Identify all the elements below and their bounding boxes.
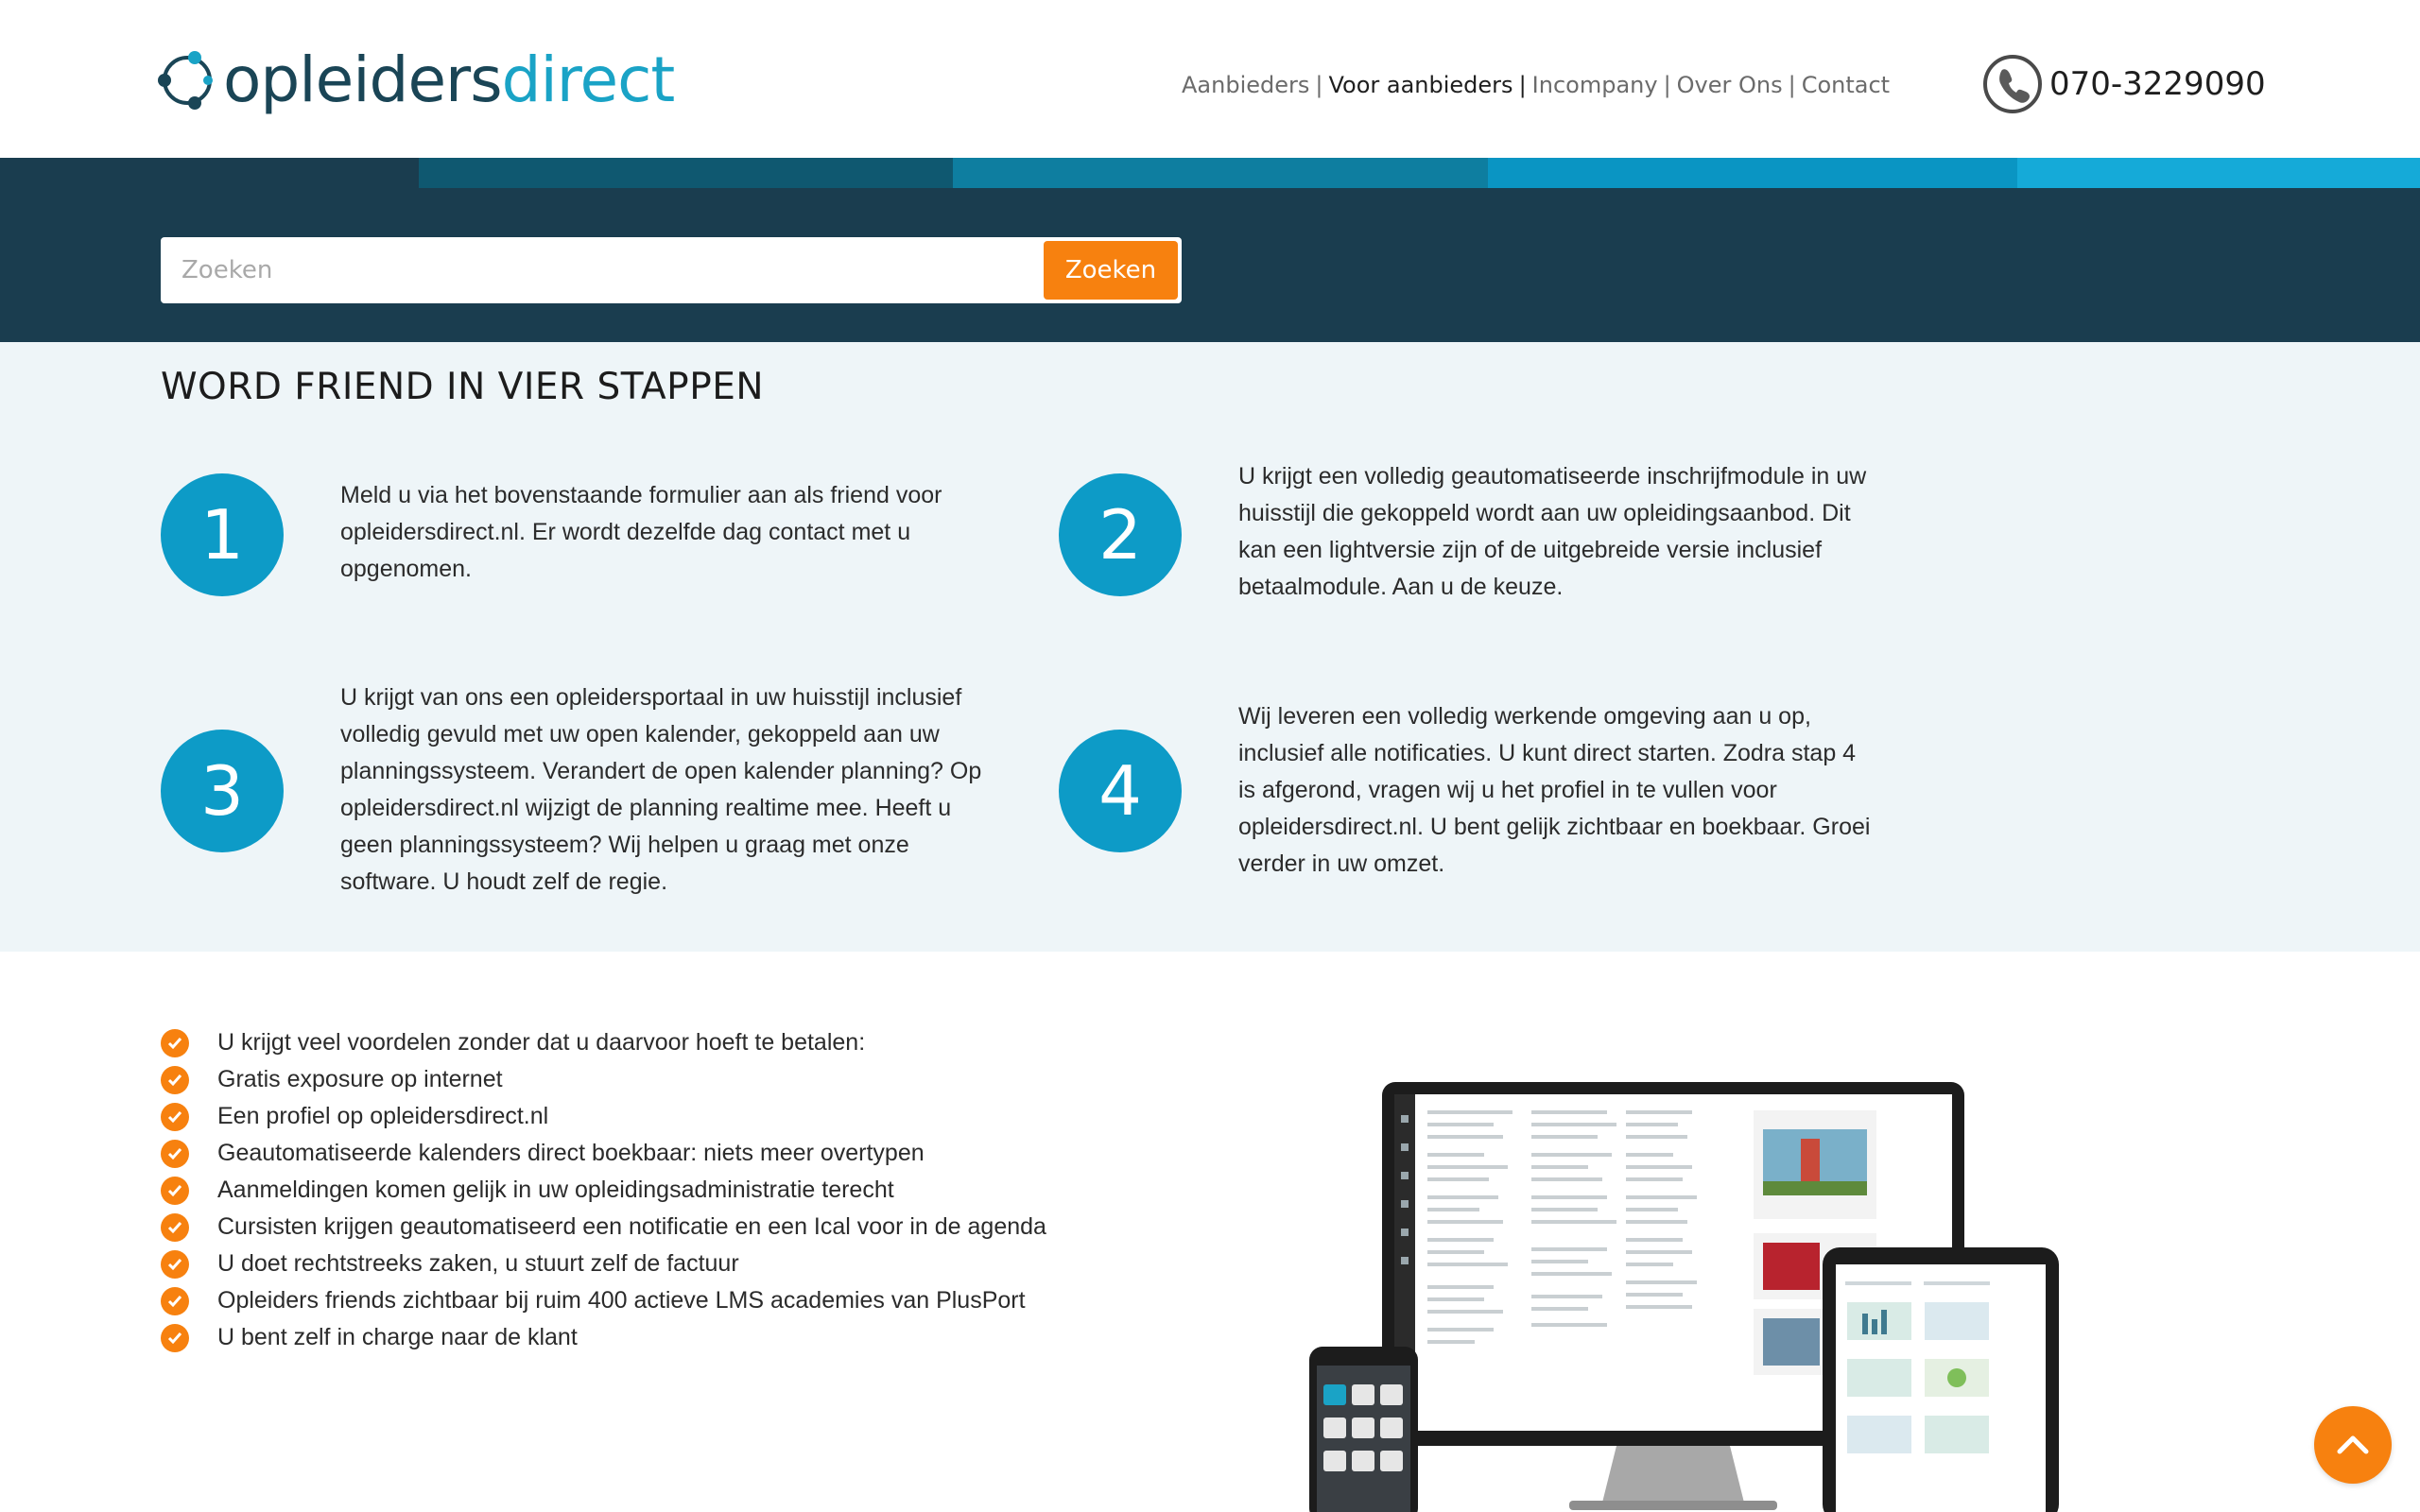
check-icon bbox=[161, 1286, 189, 1315]
nav-link-voor-aanbieders[interactable]: Voor aanbieders bbox=[1328, 72, 1512, 98]
check-icon bbox=[161, 1176, 189, 1205]
list-item: Geautomatiseerde kalenders direct boekba… bbox=[161, 1135, 1046, 1172]
check-icon bbox=[161, 1028, 189, 1057]
step-number-2: 2 bbox=[1059, 473, 1182, 596]
step-text-1: Meld u via het bovenstaande formulier aa… bbox=[340, 477, 1030, 588]
logo-word-opleiders: opleiders bbox=[223, 43, 503, 116]
step-1-line: Meld u via het bovenstaande formulier aa… bbox=[340, 482, 942, 508]
benefit-text: Opleiders friends zichtbaar bij ruim 400… bbox=[217, 1287, 1026, 1314]
step-text-4: Wij leveren een volledig werkende omgevi… bbox=[1238, 698, 1928, 883]
benefit-text: Geautomatiseerde kalenders direct boekba… bbox=[217, 1140, 925, 1166]
step-2-line: betaalmodule. Aan u de keuze. bbox=[1238, 574, 1564, 600]
list-item: Opleiders friends zichtbaar bij ruim 400… bbox=[161, 1282, 1046, 1319]
nav-separator: | bbox=[1315, 72, 1323, 98]
back-to-top-button[interactable] bbox=[2314, 1406, 2392, 1484]
decorative-bar bbox=[2017, 158, 2420, 188]
nav-link-aanbieders[interactable]: Aanbieders bbox=[1182, 72, 1309, 98]
step-4-line: verder in uw omzet. bbox=[1238, 850, 1445, 877]
friend-steps-section: WORD FRIEND IN VIER STAPPEN 1 Meld u via… bbox=[0, 342, 2420, 952]
phone-contact[interactable]: 070-3229090 bbox=[1981, 53, 2266, 115]
nav-separator: | bbox=[1788, 72, 1796, 98]
list-item: Gratis exposure op internet bbox=[161, 1061, 1046, 1098]
step-3-line: opleidersdirect.nl wijzigt de planning r… bbox=[340, 795, 952, 821]
devices-image bbox=[1309, 1082, 2059, 1512]
step-3-line: U krijgt van ons een opleidersportaal in… bbox=[340, 684, 962, 711]
check-icon bbox=[161, 1065, 189, 1094]
list-item: U doet rechtstreeks zaken, u stuurt zelf… bbox=[161, 1246, 1046, 1282]
decorative-bar bbox=[953, 158, 1488, 188]
step-3-line: planningssysteem. Verandert de open kale… bbox=[340, 758, 982, 784]
nav-link-over-ons[interactable]: Over Ons bbox=[1677, 72, 1783, 98]
check-icon bbox=[161, 1212, 189, 1242]
chevron-up-icon bbox=[2337, 1435, 2369, 1454]
check-icon bbox=[161, 1102, 189, 1131]
benefit-text: Een profiel op opleidersdirect.nl bbox=[217, 1103, 549, 1129]
steps-title: WORD FRIEND IN VIER STAPPEN bbox=[161, 366, 765, 408]
step-1-line: opgenomen. bbox=[340, 556, 473, 582]
decorative-bar bbox=[419, 158, 953, 188]
decorative-bar bbox=[0, 158, 419, 188]
step-3-line: geen planningssysteem? Wij helpen u graa… bbox=[340, 832, 909, 858]
logo-word-direct: direct bbox=[501, 43, 676, 116]
nav-separator: | bbox=[1518, 72, 1527, 98]
search-banner: Zoeken bbox=[0, 158, 2420, 342]
site-header: opleidersdirect Aanbieders | Voor aanbiede… bbox=[0, 0, 2420, 158]
step-number-1: 1 bbox=[161, 473, 284, 596]
nav-link-contact[interactable]: Contact bbox=[1802, 72, 1890, 98]
step-text-3: U krijgt van ons een opleidersportaal in… bbox=[340, 679, 1030, 901]
decorative-bar bbox=[1488, 158, 2017, 188]
step-text-2: U krijgt een volledig geautomatiseerde i… bbox=[1238, 458, 1928, 606]
nav-link-incompany[interactable]: Incompany bbox=[1532, 72, 1658, 98]
step-2-line: kan een lightversie zijn of de uitgebrei… bbox=[1238, 537, 1823, 563]
step-4-line: Wij leveren een volledig werkende omgevi… bbox=[1238, 703, 1811, 730]
site-logo[interactable]: opleidersdirect bbox=[153, 42, 676, 117]
list-item: U krijgt veel voordelen zonder dat u daa… bbox=[161, 1024, 1046, 1061]
phone-number: 070-3229090 bbox=[2049, 65, 2266, 103]
list-item: Cursisten krijgen geautomatiseerd een no… bbox=[161, 1209, 1046, 1246]
benefit-text: Gratis exposure op internet bbox=[217, 1066, 503, 1092]
check-icon bbox=[161, 1323, 189, 1352]
list-item: U bent zelf in charge naar de klant bbox=[161, 1319, 1046, 1356]
check-icon bbox=[161, 1249, 189, 1279]
search-input[interactable] bbox=[161, 237, 1040, 303]
check-icon bbox=[161, 1139, 189, 1168]
step-3-line: software. U houdt zelf de regie. bbox=[340, 868, 668, 895]
benefit-text: Aanmeldingen komen gelijk in uw opleidin… bbox=[217, 1177, 894, 1203]
step-number-4: 4 bbox=[1059, 730, 1182, 852]
list-item: Aanmeldingen komen gelijk in uw opleidin… bbox=[161, 1172, 1046, 1209]
search-box: Zoeken bbox=[161, 237, 1182, 303]
main-nav: Aanbieders | Voor aanbieders | Incompany | Ove… bbox=[1182, 72, 1890, 98]
step-4-line: inclusief alle notificaties. U kunt dire… bbox=[1238, 740, 1857, 766]
step-4-line: opleidersdirect.nl. U bent gelijk zichtb… bbox=[1238, 814, 1871, 840]
search-button[interactable]: Zoeken bbox=[1044, 241, 1178, 300]
step-2-line: huisstijl die gekoppeld wordt aan uw opl… bbox=[1238, 500, 1851, 526]
step-number-3: 3 bbox=[161, 730, 284, 852]
step-3-line: volledig gevuld met uw open kalender, ge… bbox=[340, 721, 940, 747]
nav-separator: | bbox=[1663, 72, 1671, 98]
logo-wordmark: opleidersdirect bbox=[223, 43, 676, 116]
step-4-line: is afgerond, vragen wij u het profiel in… bbox=[1238, 777, 1777, 803]
list-item: Een profiel op opleidersdirect.nl bbox=[161, 1098, 1046, 1135]
benefits-list: U krijgt veel voordelen zonder dat u daa… bbox=[161, 1024, 1046, 1356]
devices-illustration bbox=[1286, 1058, 2108, 1512]
benefit-text: Cursisten krijgen geautomatiseerd een no… bbox=[217, 1213, 1046, 1240]
benefit-text: U krijgt veel voordelen zonder dat u daa… bbox=[217, 1029, 866, 1056]
benefit-text: U doet rechtstreeks zaken, u stuurt zelf… bbox=[217, 1250, 739, 1277]
logo-icon bbox=[158, 51, 213, 110]
step-1-line: opleidersdirect.nl. Er wordt dezelfde da… bbox=[340, 519, 911, 545]
benefit-text: U bent zelf in charge naar de klant bbox=[217, 1324, 578, 1350]
phone-icon bbox=[1983, 55, 2042, 113]
step-2-line: U krijgt een volledig geautomatiseerde i… bbox=[1238, 463, 1867, 490]
